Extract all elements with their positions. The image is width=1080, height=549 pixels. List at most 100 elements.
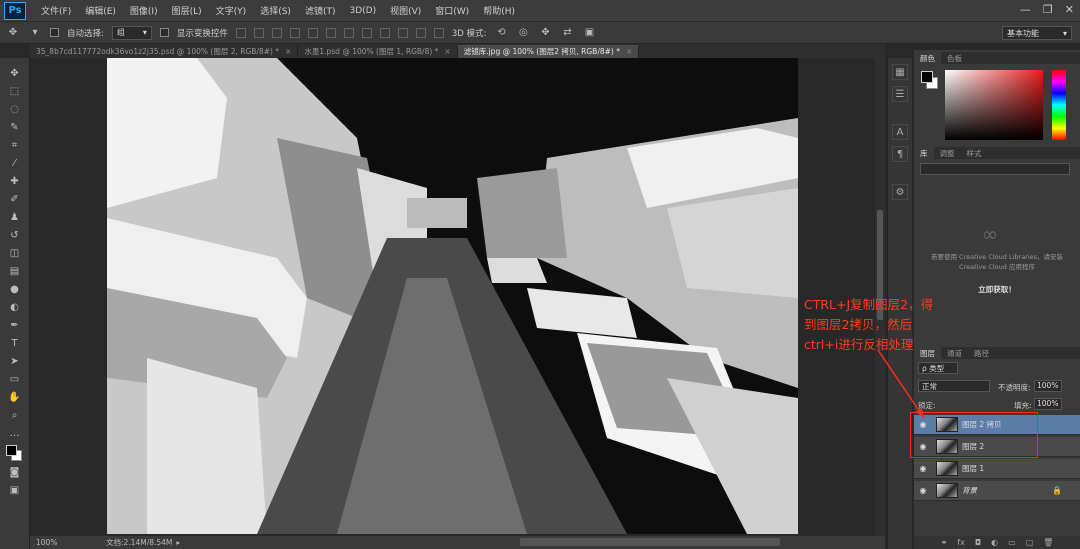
delete-layer-icon[interactable]: 🗑 bbox=[1043, 538, 1053, 547]
crop-tool-icon[interactable]: ⌗ bbox=[6, 137, 24, 154]
move-tool-icon[interactable]: ✥ bbox=[6, 26, 20, 40]
visibility-eye-icon[interactable]: ◉ bbox=[914, 464, 932, 473]
distribute-bottom-icon[interactable] bbox=[379, 27, 390, 38]
auto-select-checkbox[interactable] bbox=[50, 28, 59, 37]
color-swatches[interactable] bbox=[0, 443, 30, 463]
distribute-left-icon[interactable] bbox=[397, 27, 408, 38]
brush-tool-icon[interactable]: ✐ bbox=[6, 191, 24, 208]
menu-3d[interactable]: 3D(D) bbox=[342, 6, 383, 16]
menu-file[interactable]: 文件(F) bbox=[34, 4, 78, 17]
menu-type[interactable]: 文字(Y) bbox=[209, 4, 254, 17]
menu-filter[interactable]: 滤镜(T) bbox=[298, 4, 343, 17]
tab-document-1[interactable]: 35_8b7cd117772odk36vo1z2j35.psd @ 100% (… bbox=[30, 45, 299, 58]
tab-swatches[interactable]: 色板 bbox=[941, 53, 968, 64]
menu-image[interactable]: 图像(I) bbox=[123, 4, 165, 17]
rotate-3d-icon[interactable]: ⟲ bbox=[494, 26, 508, 40]
dodge-tool-icon[interactable]: ◐ bbox=[6, 299, 24, 316]
more-tools-icon[interactable]: … bbox=[6, 425, 24, 442]
healing-brush-tool-icon[interactable]: ✚ bbox=[6, 173, 24, 190]
history-brush-tool-icon[interactable]: ↺ bbox=[6, 227, 24, 244]
close-icon[interactable]: × bbox=[626, 47, 632, 56]
adjustment-layer-icon[interactable]: ◐ bbox=[991, 538, 998, 547]
screen-mode-icon[interactable]: ▣ bbox=[6, 482, 24, 499]
status-arrow-icon[interactable]: ▸ bbox=[176, 538, 180, 547]
menu-select[interactable]: 选择(S) bbox=[253, 4, 298, 17]
zoom-tool-icon[interactable]: ⌕ bbox=[6, 407, 24, 424]
get-it-now-link[interactable]: 立即获取！ bbox=[918, 284, 1076, 295]
paragraph-panel-icon[interactable]: ¶ bbox=[892, 146, 908, 162]
layer-name[interactable]: 图层 1 bbox=[962, 463, 1080, 474]
add-mask-icon[interactable]: ◘ bbox=[975, 538, 981, 547]
scale-3d-icon[interactable]: ▣ bbox=[582, 26, 596, 40]
link-layers-icon[interactable]: ⚭ bbox=[941, 538, 948, 547]
roll-3d-icon[interactable]: ◎ bbox=[516, 26, 530, 40]
menu-edit[interactable]: 编辑(E) bbox=[78, 4, 123, 17]
align-right-icon[interactable] bbox=[325, 27, 336, 38]
history-panel-icon[interactable]: ▦ bbox=[892, 64, 908, 80]
opacity-input[interactable]: 100% bbox=[1034, 380, 1062, 392]
new-layer-icon[interactable]: ▢ bbox=[1026, 538, 1034, 547]
layer-row[interactable]: ◉ 图层 1 bbox=[914, 459, 1080, 479]
document-canvas-image[interactable] bbox=[107, 58, 798, 534]
hue-slider[interactable] bbox=[1052, 70, 1066, 140]
align-middle-icon[interactable] bbox=[253, 27, 264, 38]
lasso-tool-icon[interactable]: ◌ bbox=[6, 101, 24, 118]
tab-libraries[interactable]: 库 bbox=[914, 147, 934, 159]
drag-3d-icon[interactable]: ✥ bbox=[538, 26, 552, 40]
layer-name[interactable]: 背景 bbox=[962, 485, 1052, 496]
workspace-switcher[interactable]: 基本功能 ▾ bbox=[1002, 26, 1072, 40]
close-button[interactable]: ✕ bbox=[1065, 3, 1074, 16]
show-transform-checkbox[interactable] bbox=[159, 28, 169, 37]
tab-document-3[interactable]: 滤镜库.jpg @ 100% (图层2 拷贝, RGB/8#) * × bbox=[457, 45, 640, 58]
align-left-icon[interactable] bbox=[289, 27, 300, 38]
menu-help[interactable]: 帮助(H) bbox=[476, 4, 522, 17]
blur-tool-icon[interactable]: ● bbox=[6, 281, 24, 298]
menu-view[interactable]: 视图(V) bbox=[383, 4, 428, 17]
quick-mask-icon[interactable]: ◙ bbox=[6, 464, 24, 481]
quick-select-tool-icon[interactable]: ✎ bbox=[6, 119, 24, 136]
tab-adjustments[interactable]: 调整 bbox=[934, 148, 961, 159]
align-center-icon[interactable] bbox=[307, 27, 318, 38]
auto-select-dropdown[interactable]: 组 ▾ bbox=[111, 25, 152, 40]
pen-tool-icon[interactable]: ✒ bbox=[6, 317, 24, 334]
menu-window[interactable]: 窗口(W) bbox=[428, 4, 476, 17]
new-group-icon[interactable]: ▭ bbox=[1008, 538, 1016, 547]
visibility-eye-icon[interactable]: ◉ bbox=[914, 486, 932, 495]
align-bottom-icon[interactable] bbox=[271, 27, 282, 38]
distribute-top-icon[interactable] bbox=[343, 27, 354, 38]
foreground-color-swatch[interactable] bbox=[921, 71, 933, 83]
properties-panel-icon[interactable]: ☰ bbox=[892, 86, 908, 102]
layer-style-icon[interactable]: fx bbox=[957, 538, 965, 547]
hand-tool-icon[interactable]: ✋ bbox=[6, 389, 24, 406]
eraser-tool-icon[interactable]: ◫ bbox=[6, 245, 24, 262]
layer-row[interactable]: ◉ 背景 🔒 bbox=[914, 481, 1080, 501]
clone-stamp-tool-icon[interactable]: ♟ bbox=[6, 209, 24, 226]
eyedropper-tool-icon[interactable]: ⁄ bbox=[6, 155, 24, 172]
tab-paths[interactable]: 路径 bbox=[968, 348, 995, 359]
gradient-tool-icon[interactable]: ▤ bbox=[6, 263, 24, 280]
close-icon[interactable]: × bbox=[285, 47, 291, 56]
align-top-icon[interactable] bbox=[235, 27, 246, 38]
tab-color[interactable]: 颜色 bbox=[914, 52, 941, 64]
minimize-button[interactable]: — bbox=[1020, 3, 1031, 16]
shape-tool-icon[interactable]: ▭ bbox=[6, 371, 24, 388]
distribute-middle-icon[interactable] bbox=[361, 27, 372, 38]
library-select[interactable] bbox=[920, 163, 1070, 175]
path-select-tool-icon[interactable]: ➤ bbox=[6, 353, 24, 370]
color-picker-field[interactable] bbox=[945, 70, 1043, 140]
zoom-level[interactable]: 100% bbox=[36, 538, 96, 547]
document-size-info[interactable]: 文档:2.14M/8.54M bbox=[106, 537, 172, 548]
menu-layer[interactable]: 图层(L) bbox=[165, 4, 209, 17]
tool-presets-icon[interactable]: ⚙ bbox=[892, 184, 908, 200]
distribute-center-icon[interactable] bbox=[415, 27, 426, 38]
tab-styles[interactable]: 样式 bbox=[961, 148, 988, 159]
fill-input[interactable]: 100% bbox=[1034, 398, 1062, 410]
foreground-color-swatch[interactable] bbox=[6, 445, 17, 456]
character-panel-icon[interactable]: A bbox=[892, 124, 908, 140]
horizontal-scrollbar-thumb[interactable] bbox=[520, 538, 780, 546]
restore-button[interactable]: ❐ bbox=[1043, 3, 1053, 16]
chevron-down-icon[interactable]: ▾ bbox=[28, 26, 42, 40]
close-icon[interactable]: × bbox=[444, 47, 450, 56]
slide-3d-icon[interactable]: ⇄ bbox=[560, 26, 574, 40]
distribute-right-icon[interactable] bbox=[433, 27, 444, 38]
